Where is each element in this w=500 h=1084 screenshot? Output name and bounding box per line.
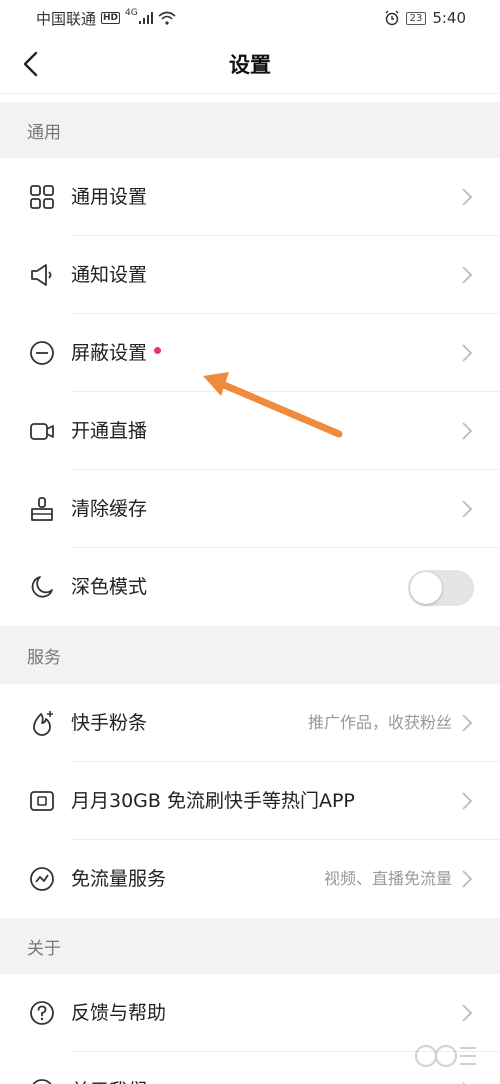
back-button[interactable] — [10, 44, 50, 84]
broom-icon — [31, 497, 53, 521]
row-block-settings[interactable]: 屏蔽设置 — [0, 314, 500, 392]
section-header-general: 通用 — [0, 102, 500, 158]
row-general-settings[interactable]: 通用设置 — [0, 158, 500, 236]
chevron-right-icon — [462, 188, 473, 206]
section-header-about: 关于 — [0, 918, 500, 974]
row-live-stream[interactable]: 开通直播 — [0, 392, 500, 470]
row-label: 开通直播 — [71, 420, 148, 442]
video-camera-icon — [30, 423, 54, 440]
row-subtitle: 视频、直播免流量 — [323, 869, 452, 888]
baidu-watermark-icon — [415, 1045, 476, 1067]
row-notification-settings[interactable]: 通知设置 — [0, 236, 500, 314]
row-label: 深色模式 — [71, 576, 148, 598]
signal-icon — [138, 12, 153, 24]
block-icon — [30, 341, 54, 365]
carrier-label: 中国联通 — [36, 9, 97, 28]
row-label-text: 屏蔽设置 — [71, 342, 148, 364]
sim-card-icon — [30, 791, 54, 811]
row-clear-cache[interactable]: 清除缓存 — [0, 470, 500, 548]
section-header-services: 服务 — [0, 626, 500, 684]
chevron-right-icon — [462, 344, 473, 362]
chevron-right-icon — [462, 422, 473, 440]
wifi-icon — [158, 11, 176, 25]
new-badge-dot — [154, 347, 162, 354]
chevron-right-icon — [462, 792, 473, 810]
question-circle-icon — [30, 1001, 54, 1025]
status-bar: 中国联通 HD 4G 23 5:40 — [0, 0, 500, 36]
row-label: 清除缓存 — [71, 498, 148, 520]
moon-icon — [31, 576, 53, 598]
info-circle-icon — [32, 1079, 52, 1084]
nav-bar: 设置 — [0, 36, 500, 94]
hd-badge: HD — [101, 12, 121, 24]
row-label: 屏蔽设置 — [71, 314, 162, 392]
row-kuaishou-fans[interactable]: 快手粉条 推广作品，收获粉丝 — [0, 684, 500, 762]
page-title: 设置 — [229, 53, 271, 77]
alarm-icon — [385, 10, 399, 26]
chevron-left-icon — [23, 51, 38, 77]
row-free-data-30gb[interactable]: 月月30GB 免流刷快手等热门APP — [0, 762, 500, 840]
dark-mode-toggle[interactable] — [408, 570, 474, 606]
toggle-knob — [410, 572, 442, 604]
chevron-right-icon — [462, 266, 473, 284]
row-label: 月月30GB 免流刷快手等热门APP — [71, 790, 355, 812]
network-type: 4G — [125, 8, 138, 18]
clock-time: 5:40 — [432, 9, 466, 27]
row-free-data-service[interactable]: 免流量服务 视频、直播免流量 — [0, 840, 500, 918]
trend-circle-icon — [30, 867, 54, 891]
chevron-right-icon — [462, 870, 473, 888]
row-label: 免流量服务 — [71, 868, 167, 890]
row-label: 快手粉条 — [71, 712, 148, 734]
row-label: 反馈与帮助 — [71, 1002, 167, 1024]
grid-icon — [30, 185, 54, 209]
row-label: 通用设置 — [71, 186, 148, 208]
row-label: 通知设置 — [71, 264, 148, 286]
row-subtitle: 推广作品，收获粉丝 — [307, 713, 452, 732]
row-dark-mode: 深色模式 — [0, 548, 500, 626]
chevron-right-icon — [462, 1004, 473, 1022]
chevron-right-icon — [462, 500, 473, 518]
row-label: 关于我们 — [71, 1052, 147, 1084]
speaker-icon — [31, 264, 52, 286]
chevron-right-icon — [462, 714, 473, 732]
battery-indicator: 23 — [405, 11, 427, 25]
flame-plus-icon — [33, 711, 53, 736]
